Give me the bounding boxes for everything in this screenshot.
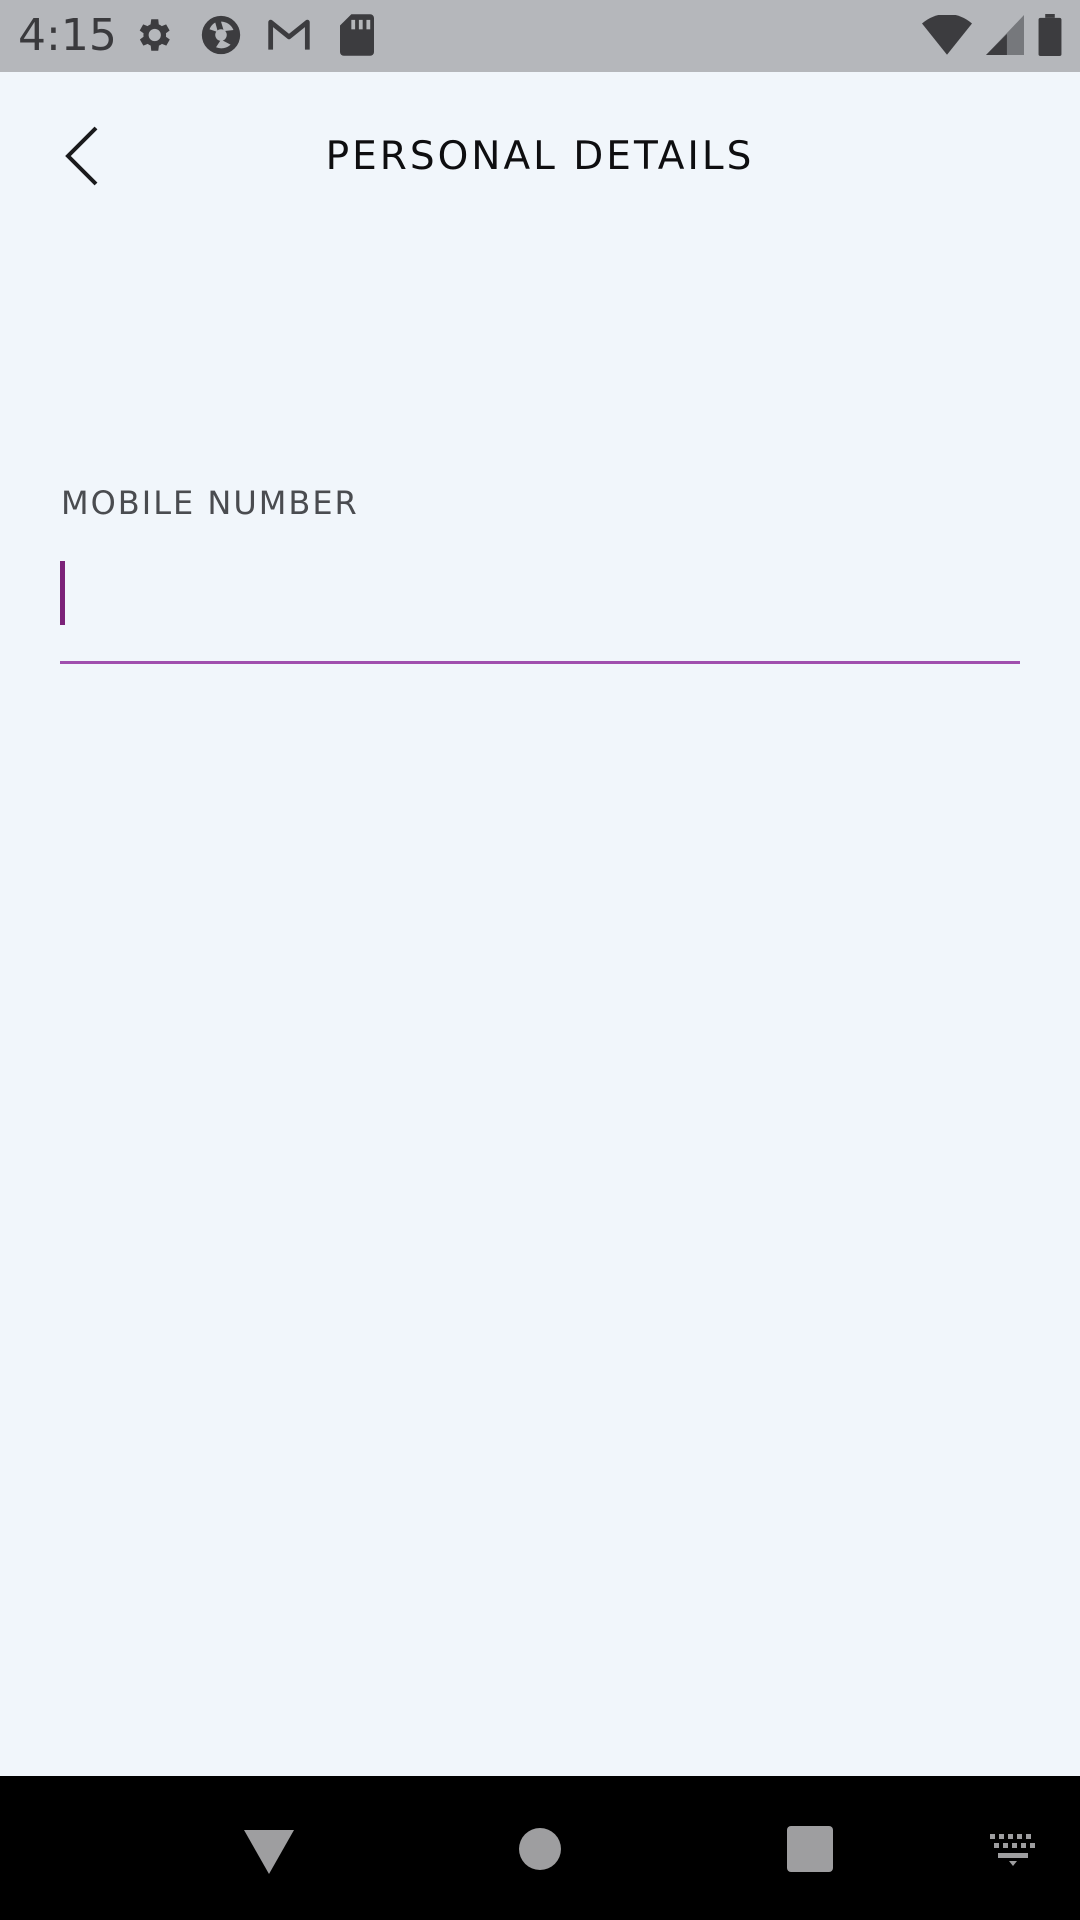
page-title: PERSONAL DETAILS [325,134,755,179]
cellular-signal-icon [986,15,1024,60]
wifi-icon [922,13,972,60]
gmail-icon [266,12,312,58]
back-triangle-icon [244,1830,294,1874]
notification-icons [130,12,380,58]
nav-home-button[interactable] [519,1828,561,1870]
nav-back-button[interactable] [244,1830,294,1874]
sd-card-icon [334,12,380,58]
system-navigation-bar [0,1776,1080,1920]
status-time: 4:15 [18,10,117,61]
nav-keyboard-button[interactable] [988,1832,1038,1866]
system-icons [922,13,1062,61]
mobile-number-input[interactable] [60,552,1020,664]
battery-icon [1038,14,1062,61]
mobile-number-label: MOBILE NUMBER [61,484,359,522]
nav-recents-button[interactable] [787,1826,833,1872]
camera-shutter-icon [198,12,244,58]
keyboard-icon [990,1834,1035,1866]
status-bar: 4:15 [0,0,1080,72]
text-cursor [60,561,65,625]
settings-icon [130,12,176,58]
